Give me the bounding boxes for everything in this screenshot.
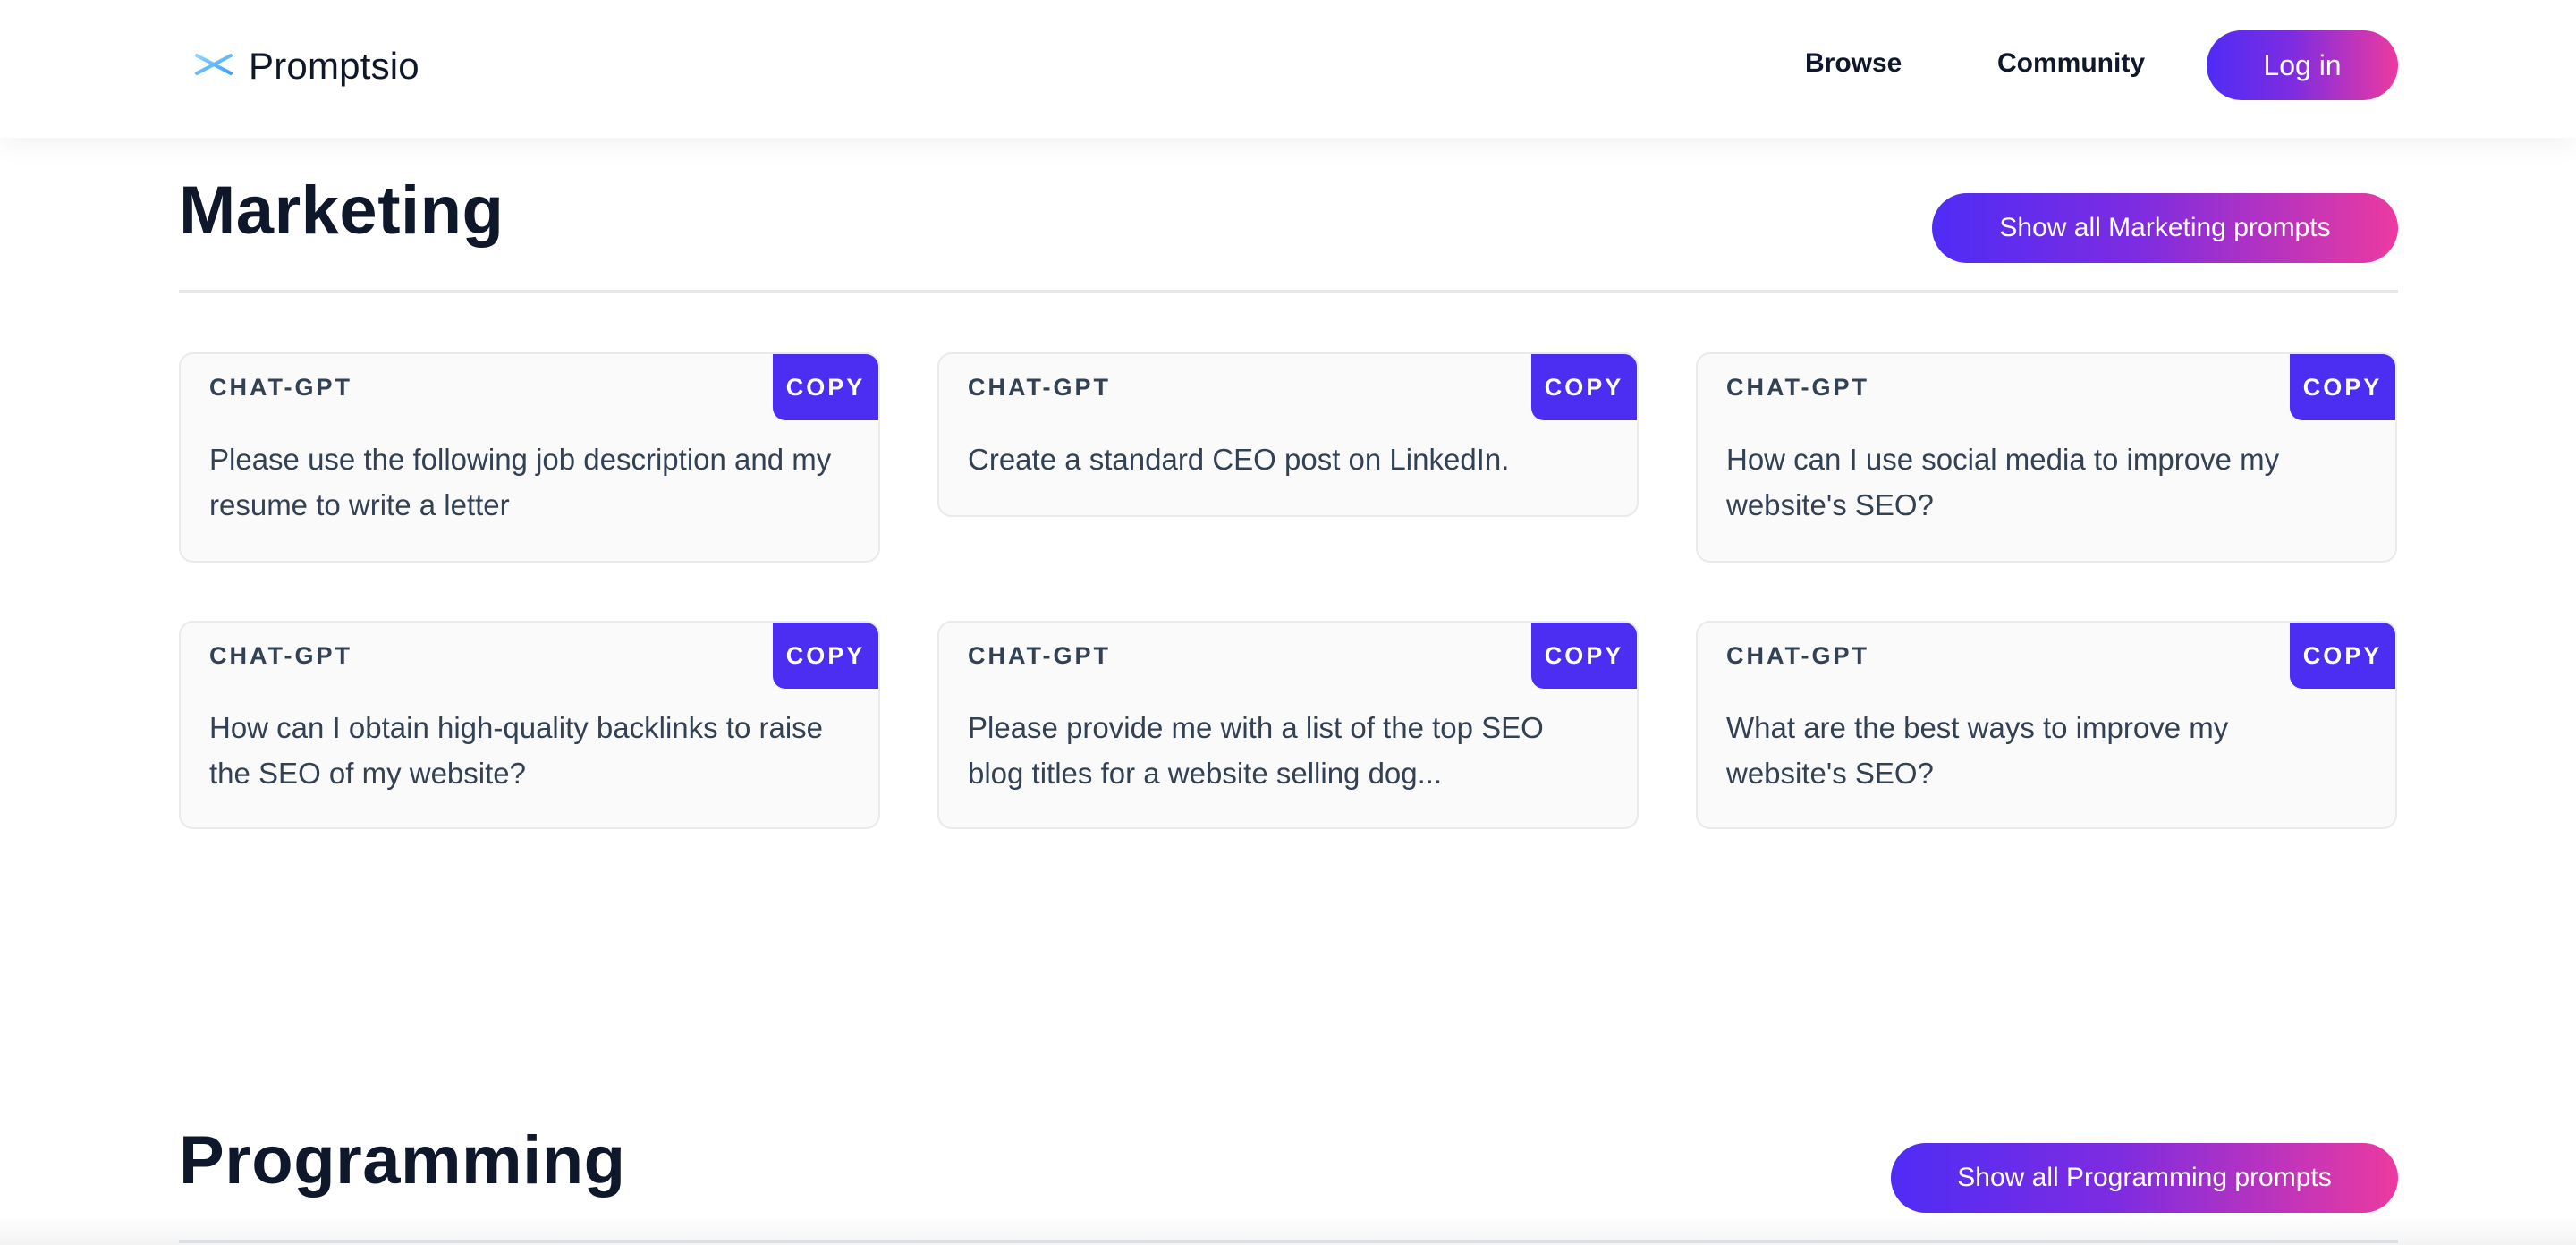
brand-logo-link[interactable]: Promptsio [191,39,419,93]
prompt-model-tag: CHAT-GPT [1726,374,1869,401]
prompt-text: How can I obtain high-quality backlinks … [209,711,824,790]
copy-button[interactable]: COPY [2290,354,2395,420]
prompt-card[interactable]: CHAT-GPT COPY What are the best ways to … [1696,621,2397,829]
copy-button[interactable]: COPY [773,622,878,689]
top-navbar: Promptsio Browse Community Log in [0,0,2576,138]
prompt-card[interactable]: CHAT-GPT COPY How can I use social media… [1696,352,2397,563]
prompt-model-tag: CHAT-GPT [968,642,1111,669]
prompt-card[interactable]: CHAT-GPT COPY Please provide me with a l… [937,621,1639,829]
nav-browse-link[interactable]: Browse [1805,43,1902,84]
prompt-text: Please provide me with a list of the top… [968,711,1544,790]
show-all-programming-button[interactable]: Show all Programming prompts [1891,1143,2398,1213]
section-divider [179,290,2398,293]
sparkle-logo-icon [191,42,236,91]
show-all-marketing-button[interactable]: Show all Marketing prompts [1932,193,2398,263]
copy-button[interactable]: COPY [1531,622,1637,689]
marketing-section-title: Marketing [179,173,504,249]
prompt-text: What are the best ways to improve my web… [1726,711,2229,790]
prompt-text: Please use the following job description… [209,443,832,521]
scroll-fade [0,1216,2576,1245]
prompt-card[interactable]: CHAT-GPT COPY Please use the following j… [179,352,880,563]
prompt-model-tag: CHAT-GPT [968,374,1111,401]
copy-button[interactable]: COPY [773,354,878,420]
copy-button[interactable]: COPY [1531,354,1637,420]
prompt-model-tag: CHAT-GPT [209,642,352,669]
prompt-model-tag: CHAT-GPT [209,374,352,401]
copy-button[interactable]: COPY [2290,622,2395,689]
programming-section-title: Programming [179,1122,626,1198]
nav-community-link[interactable]: Community [1997,43,2145,84]
prompt-text: How can I use social media to improve my… [1726,443,2280,521]
login-button[interactable]: Log in [2207,30,2398,100]
prompt-model-tag: CHAT-GPT [1726,642,1869,669]
prompt-text: Create a standard CEO post on LinkedIn. [968,443,1510,476]
prompt-card[interactable]: CHAT-GPT COPY Create a standard CEO post… [937,352,1639,517]
brand-name: Promptsio [249,45,419,87]
prompt-card[interactable]: CHAT-GPT COPY How can I obtain high-qual… [179,621,880,829]
